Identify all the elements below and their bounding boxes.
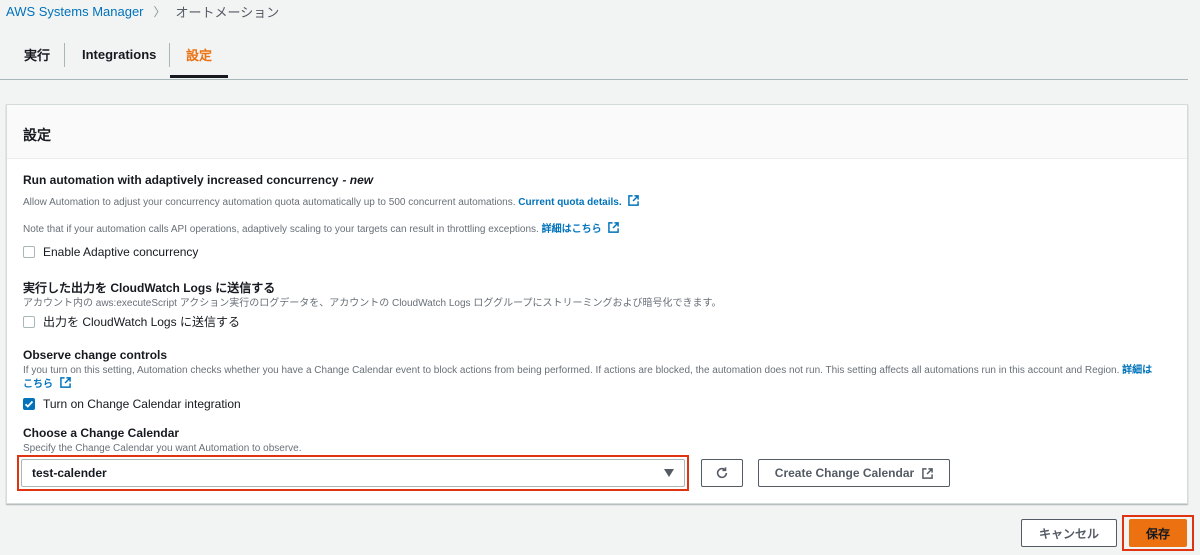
breadcrumb: AWS Systems Manager 〉 オートメーション (6, 2, 279, 21)
adaptive-concurrency-desc: Allow Automation to adjust your concurre… (23, 195, 640, 208)
cloudwatch-desc: アカウント内の aws:executeScript アクション実行のログデータを… (23, 298, 722, 309)
breadcrumb-current: オートメーション (175, 5, 280, 20)
refresh-button[interactable] (701, 459, 743, 487)
current-quota-link[interactable]: Current quota details. (518, 197, 621, 208)
throttling-note: Note that if your automation calls API o… (23, 220, 620, 235)
change-controls-label: Observe change controls (23, 348, 168, 362)
change-calendar-select[interactable]: test-calender (21, 459, 685, 487)
tab-divider (169, 43, 170, 67)
tab-integrations[interactable]: Integrations (82, 30, 156, 79)
cancel-button[interactable]: キャンセル (1021, 519, 1117, 547)
tab-divider (64, 43, 65, 67)
breadcrumb-separator: 〉 (153, 5, 166, 19)
create-change-calendar-button[interactable]: Create Change Calendar (758, 459, 950, 487)
selected-calendar: test-calender (32, 466, 107, 480)
external-link-icon (628, 195, 640, 206)
external-link-icon (922, 467, 934, 479)
cloudwatch-checkbox-row[interactable]: 出力を CloudWatch Logs に送信する (23, 313, 240, 330)
adaptive-concurrency-checkbox-row[interactable]: Enable Adaptive concurrency (23, 245, 198, 259)
change-calendar-desc: Specify the Change Calendar you want Aut… (23, 443, 302, 454)
new-badge: - new (342, 173, 374, 187)
learn-more-link-throttling[interactable]: 詳細はこちら (542, 224, 602, 235)
change-calendar-checkbox-row[interactable]: Turn on Change Calendar integration (23, 397, 241, 411)
panel-title: 設定 (23, 127, 51, 143)
external-link-icon (608, 222, 620, 233)
settings-panel: 設定 Run automation with adaptively increa… (6, 104, 1188, 504)
refresh-icon (716, 467, 728, 479)
check-icon (24, 400, 34, 408)
change-controls-desc: If you turn on this setting, Automation … (23, 365, 1153, 390)
panel-header: 設定 (7, 105, 1187, 159)
tab-executions[interactable]: 実行 (24, 30, 50, 79)
tab-bar: 実行 Integrations 設定 (0, 30, 1188, 80)
change-calendar-checkbox[interactable] (23, 398, 35, 410)
adaptive-concurrency-label: Run automation with adaptively increased… (23, 173, 374, 187)
breadcrumb-systems-manager[interactable]: AWS Systems Manager (6, 4, 144, 19)
caret-down-icon (664, 469, 674, 477)
tab-settings[interactable]: 設定 (186, 30, 212, 79)
change-calendar-label: Choose a Change Calendar (23, 426, 180, 440)
active-tab-indicator (170, 75, 228, 78)
cloudwatch-checkbox[interactable] (23, 315, 35, 328)
adaptive-concurrency-checkbox[interactable] (23, 246, 35, 258)
save-button[interactable]: 保存 (1129, 519, 1187, 547)
external-link-icon (59, 377, 71, 388)
